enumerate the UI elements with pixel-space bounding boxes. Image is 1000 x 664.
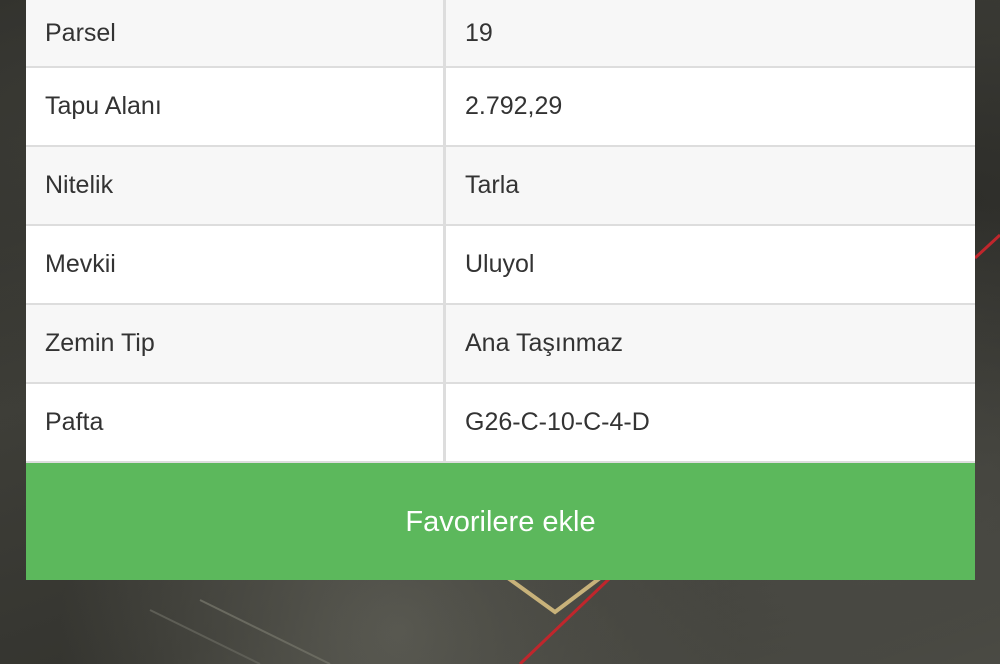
row-value: 19 [444,0,975,68]
row-value: Tarla [444,146,975,226]
table-row: Parsel 19 [26,0,975,68]
row-label: Mevkii [26,225,446,305]
table-row: Nitelik Tarla [26,146,975,226]
add-to-favorites-button[interactable]: Favorilere ekle [26,463,975,580]
table-row: Zemin Tip Ana Taşınmaz [26,304,975,384]
field-line [149,609,261,664]
table-row: Pafta G26-C-10-C-4-D [26,383,975,463]
row-label: Tapu Alanı [26,67,446,147]
table-row: Mevkii Uluyol [26,225,975,305]
parcel-boundary-line [973,233,1000,260]
row-label: Parsel [26,0,446,68]
field-line [199,599,331,664]
parcel-outline [506,576,602,615]
row-label: Nitelik [26,146,446,226]
row-value: 2.792,29 [444,67,975,147]
row-value: Uluyol [444,225,975,305]
row-value: G26-C-10-C-4-D [444,383,975,463]
row-label: Zemin Tip [26,304,446,384]
parcel-info-table: Parsel 19 Tapu Alanı 2.792,29 Nitelik Ta… [26,0,975,463]
parcel-info-panel: Parsel 19 Tapu Alanı 2.792,29 Nitelik Ta… [26,0,975,580]
row-value: Ana Taşınmaz [444,304,975,384]
row-label: Pafta [26,383,446,463]
parcel-boundary-line [518,576,612,664]
table-row: Tapu Alanı 2.792,29 [26,67,975,147]
